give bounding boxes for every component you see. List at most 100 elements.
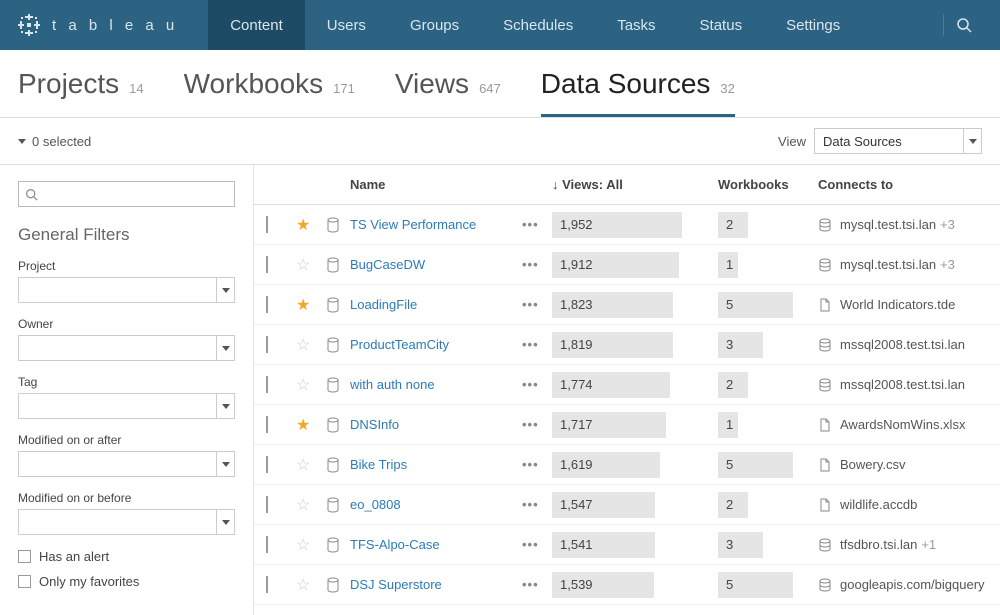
workbooks-bar: 2 (718, 212, 748, 238)
col-connects[interactable]: Connects to (818, 177, 988, 192)
col-workbooks[interactable]: Workbooks (718, 177, 818, 192)
database-icon (818, 378, 832, 392)
connection-text: mssql2008.test.tsi.lan (840, 337, 965, 352)
view-label: View (778, 134, 806, 149)
connection-icon (818, 298, 832, 312)
favorite-star[interactable]: ★ (296, 217, 310, 234)
views-bar: 1,619 (552, 452, 660, 478)
row-actions-menu[interactable]: ••• (522, 577, 539, 592)
connection-extra: +3 (940, 257, 955, 272)
caret-down-icon (969, 139, 977, 144)
topnav-users[interactable]: Users (305, 0, 388, 50)
filter-modified-on-or-before[interactable] (18, 509, 235, 535)
filter-check-only-my-favorites[interactable]: Only my favorites (18, 574, 235, 589)
favorite-star[interactable]: ☆ (296, 577, 310, 594)
row-checkbox[interactable] (266, 336, 268, 353)
database-icon (818, 578, 832, 592)
datasource-link[interactable]: with auth none (350, 377, 435, 392)
table-row: ☆eo_0808•••1,5472wildlife.accdb (254, 485, 1000, 525)
row-checkbox[interactable] (266, 216, 268, 233)
row-checkbox[interactable] (266, 576, 268, 593)
datasource-icon (326, 537, 340, 553)
connection-extra: +1 (921, 537, 936, 552)
row-actions-menu[interactable]: ••• (522, 257, 539, 272)
tab-count: 647 (479, 81, 501, 96)
connection-icon (818, 578, 832, 592)
filter-check-has-an-alert[interactable]: Has an alert (18, 549, 235, 564)
view-select-caret[interactable] (964, 128, 982, 154)
row-checkbox[interactable] (266, 416, 268, 433)
selection-dropdown[interactable]: 0 selected (18, 134, 91, 149)
connection-text: mssql2008.test.tsi.lan (840, 377, 965, 392)
workbooks-bar: 1 (718, 252, 738, 278)
filter-modified-on-or-after[interactable] (18, 451, 235, 477)
topnav-status[interactable]: Status (678, 0, 765, 50)
datasource-link[interactable]: Bike Trips (350, 457, 407, 472)
filter-owner[interactable] (18, 335, 235, 361)
view-select[interactable]: Data Sources (814, 128, 964, 154)
global-search-button[interactable] (943, 14, 984, 36)
favorite-star[interactable]: ☆ (296, 337, 310, 354)
file-icon (818, 418, 832, 432)
favorite-star[interactable]: ☆ (296, 257, 310, 274)
favorite-star[interactable]: ★ (296, 297, 310, 314)
datasource-link[interactable]: BugCaseDW (350, 257, 425, 272)
favorite-star[interactable]: ☆ (296, 537, 310, 554)
tab-views[interactable]: Views647 (395, 68, 501, 117)
row-checkbox[interactable] (266, 536, 268, 553)
row-checkbox[interactable] (266, 496, 268, 513)
row-actions-menu[interactable]: ••• (522, 497, 539, 512)
favorite-star[interactable]: ☆ (296, 377, 310, 394)
logo[interactable]: t a b l e a u (16, 12, 178, 38)
datasource-link[interactable]: TS View Performance (350, 217, 476, 232)
col-name[interactable]: Name (350, 177, 522, 192)
topnav-groups[interactable]: Groups (388, 0, 481, 50)
caret-down-icon (222, 404, 230, 409)
datasource-link[interactable]: eo_0808 (350, 497, 401, 512)
caret-down-icon (222, 520, 230, 525)
datasource-link[interactable]: DNSInfo (350, 417, 399, 432)
row-checkbox[interactable] (266, 376, 268, 393)
datasource-link[interactable]: LoadingFile (350, 297, 417, 312)
connection-text: googleapis.com/bigquery (840, 577, 985, 592)
tab-workbooks[interactable]: Workbooks171 (184, 68, 355, 117)
topnav-tasks[interactable]: Tasks (595, 0, 677, 50)
topnav-schedules[interactable]: Schedules (481, 0, 595, 50)
row-checkbox[interactable] (266, 256, 268, 273)
topnav-settings[interactable]: Settings (764, 0, 862, 50)
connection-text: tfsdbro.tsi.lan (840, 537, 917, 552)
datasource-link[interactable]: DSJ Superstore (350, 577, 442, 592)
connection-icon (818, 418, 832, 432)
row-actions-menu[interactable]: ••• (522, 457, 539, 472)
sidebar-search-input[interactable] (18, 181, 235, 207)
row-checkbox[interactable] (266, 456, 268, 473)
filter-project[interactable] (18, 277, 235, 303)
datasource-link[interactable]: ProductTeamCity (350, 337, 449, 352)
datasource-type-icon (326, 457, 350, 473)
tab-label: Data Sources (541, 68, 711, 100)
datasource-icon (326, 217, 340, 233)
tab-label: Projects (18, 68, 119, 100)
table-row: ☆DSJ Superstore•••1,5395googleapis.com/b… (254, 565, 1000, 605)
row-checkbox[interactable] (266, 296, 268, 313)
topnav-content[interactable]: Content (208, 0, 305, 50)
row-actions-menu[interactable]: ••• (522, 297, 539, 312)
datasource-link[interactable]: TFS-Alpo-Case (350, 537, 440, 552)
datasource-type-icon (326, 577, 350, 593)
row-actions-menu[interactable]: ••• (522, 337, 539, 352)
connection-icon (818, 538, 832, 552)
row-actions-menu[interactable]: ••• (522, 377, 539, 392)
favorite-star[interactable]: ☆ (296, 457, 310, 474)
col-views[interactable]: ↓ Views: All (552, 177, 718, 192)
connection-icon (818, 378, 832, 392)
tab-projects[interactable]: Projects14 (18, 68, 144, 117)
row-actions-menu[interactable]: ••• (522, 537, 539, 552)
views-bar: 1,774 (552, 372, 670, 398)
row-actions-menu[interactable]: ••• (522, 217, 539, 232)
row-actions-menu[interactable]: ••• (522, 417, 539, 432)
favorite-star[interactable]: ☆ (296, 497, 310, 514)
table-row: ☆with auth none•••1,7742mssql2008.test.t… (254, 365, 1000, 405)
filter-tag[interactable] (18, 393, 235, 419)
favorite-star[interactable]: ★ (296, 417, 310, 434)
tab-data-sources[interactable]: Data Sources32 (541, 68, 735, 117)
